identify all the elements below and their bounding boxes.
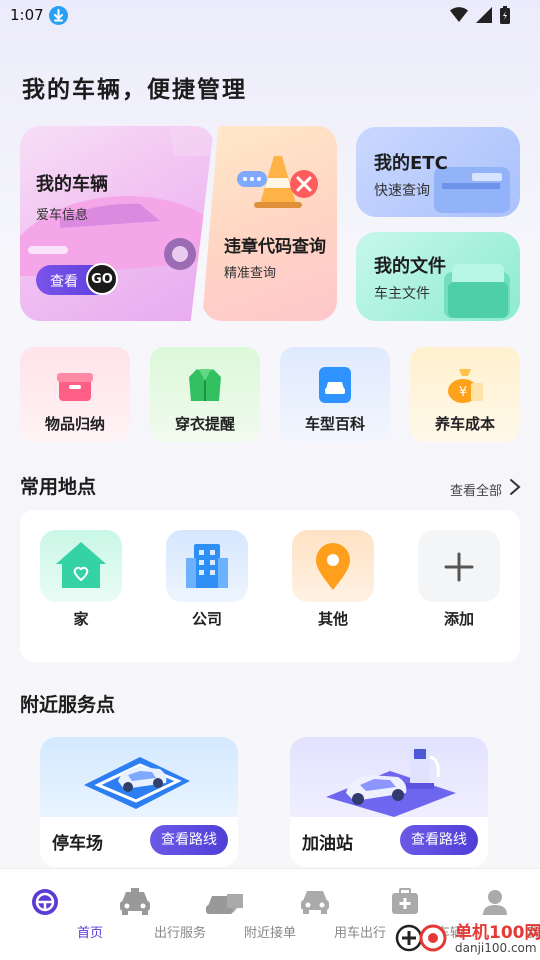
tile-storage[interactable]: 物品归纳 (20, 347, 130, 442)
my-etc-title: 我的ETC (374, 153, 448, 174)
watermark: 单机100网 danji100.com (395, 916, 540, 960)
car-icon (301, 891, 329, 914)
page-title: 我的车辆，便捷管理 (22, 77, 247, 103)
gift-box-icon (57, 373, 93, 401)
watermark-brand: 单机100网 (455, 923, 540, 943)
see-all-link[interactable]: 查看全部 (450, 480, 502, 499)
status-bar: 1:07 (0, 0, 540, 32)
home-icon-tile (40, 530, 122, 602)
user-icon (483, 890, 507, 915)
signal-icon (476, 7, 492, 23)
building-icon (186, 544, 228, 588)
taxi-icon (120, 888, 150, 915)
nav-home-label: 首页 (76, 926, 103, 941)
first-aid-kit-icon (392, 888, 418, 914)
home-icon (56, 542, 106, 588)
nearby-gas-station-label: 加油站 (302, 834, 353, 854)
my-files-title: 我的文件 (374, 256, 446, 277)
go-badge[interactable]: GO (86, 263, 118, 295)
steering-wheel-icon (32, 889, 58, 915)
place-add-label: 添加 (443, 610, 474, 628)
nearby-parking-card[interactable]: 停车场 查看路线 (40, 737, 238, 867)
tile-car-wiki-label: 车型百科 (304, 415, 365, 433)
nav-mine[interactable]: 我的 (450, 888, 540, 941)
download-icon (49, 6, 68, 25)
status-icons (450, 6, 510, 24)
tile-storage-label: 物品归纳 (44, 415, 105, 433)
tile-maintenance-cost-label: 养车成本 (434, 415, 495, 433)
parking-car-icon (84, 757, 190, 809)
place-other-label: 其他 (317, 610, 348, 628)
nav-home[interactable]: 首页 (0, 888, 103, 941)
nav-car-trip-label: 用车出行 (333, 926, 386, 941)
building-icon-tile (166, 530, 248, 602)
place-home[interactable]: 家 (40, 530, 122, 628)
nearby-title: 附近服务点 (20, 694, 116, 716)
nearby-gas-station-card[interactable]: 加油站 查看路线 (290, 737, 488, 867)
nav-nearby-orders[interactable]: 附近接单 (180, 888, 296, 941)
nav-car-trip[interactable]: 用车出行 (270, 888, 386, 941)
watermark-url: danji100.com (455, 941, 537, 955)
status-time: 1:07 (10, 6, 44, 24)
battery-icon (500, 6, 510, 24)
traffic-cone-icon (237, 156, 318, 208)
my-vehicle-title: 我的车辆 (36, 174, 108, 195)
nearby-parking-label: 停车场 (52, 834, 103, 854)
place-other[interactable]: 其他 (292, 530, 374, 628)
tile-dress-reminder-label: 穿衣提醒 (174, 415, 235, 433)
tile-maintenance-cost[interactable]: ¥ 养车成本 (410, 347, 520, 442)
view-vehicle-label[interactable]: 查看 (50, 271, 78, 291)
money-bag-icon: ¥ (448, 369, 483, 403)
my-files-card[interactable]: 我的文件 车主文件 (356, 232, 520, 321)
watermark-logo-icon (395, 924, 447, 952)
location-pin-icon-tile (292, 530, 374, 602)
nav-travel-service[interactable]: 出行服务 (90, 888, 206, 941)
parking-illustration (40, 737, 238, 817)
wifi-icon (450, 7, 468, 22)
place-home-label: 家 (73, 610, 89, 628)
plus-icon-tile (418, 530, 500, 602)
nav-vehicle[interactable]: 车辆 (360, 888, 463, 941)
chevron-right-icon[interactable] (508, 478, 522, 496)
gas-station-route-button[interactable]: 查看路线 (400, 825, 478, 855)
my-etc-card[interactable]: 我的ETC 快速查询 (356, 127, 520, 217)
nav-travel-service-label: 出行服务 (153, 926, 206, 941)
jacket-icon (189, 369, 221, 401)
violation-query-title: 违章代码查询 (224, 237, 326, 257)
place-add[interactable]: 添加 (418, 530, 500, 628)
place-company[interactable]: 公司 (166, 530, 248, 628)
car-chat-icon (206, 894, 243, 914)
parking-route-button[interactable]: 查看路线 (150, 825, 228, 855)
violation-query-subtitle: 精准查询 (224, 266, 277, 281)
my-vehicle-subtitle: 爱车信息 (36, 208, 89, 223)
violation-query-card[interactable]: 违章代码查询 精准查询 (202, 126, 337, 321)
nav-nearby-orders-label: 附近接单 (243, 926, 296, 941)
common-places-title: 常用地点 (20, 476, 97, 498)
svg-text:¥: ¥ (459, 385, 467, 400)
tile-dress-reminder[interactable]: 穿衣提醒 (150, 347, 260, 442)
my-files-subtitle: 车主文件 (374, 286, 430, 302)
car-document-icon (319, 367, 351, 403)
fuel-station-icon (326, 743, 456, 817)
my-etc-subtitle: 快速查询 (374, 183, 430, 199)
location-pin-icon (316, 543, 350, 590)
plus-icon (444, 552, 474, 582)
tile-car-wiki[interactable]: 车型百科 (280, 347, 390, 442)
place-company-label: 公司 (191, 610, 222, 628)
gas-station-illustration (290, 737, 488, 817)
